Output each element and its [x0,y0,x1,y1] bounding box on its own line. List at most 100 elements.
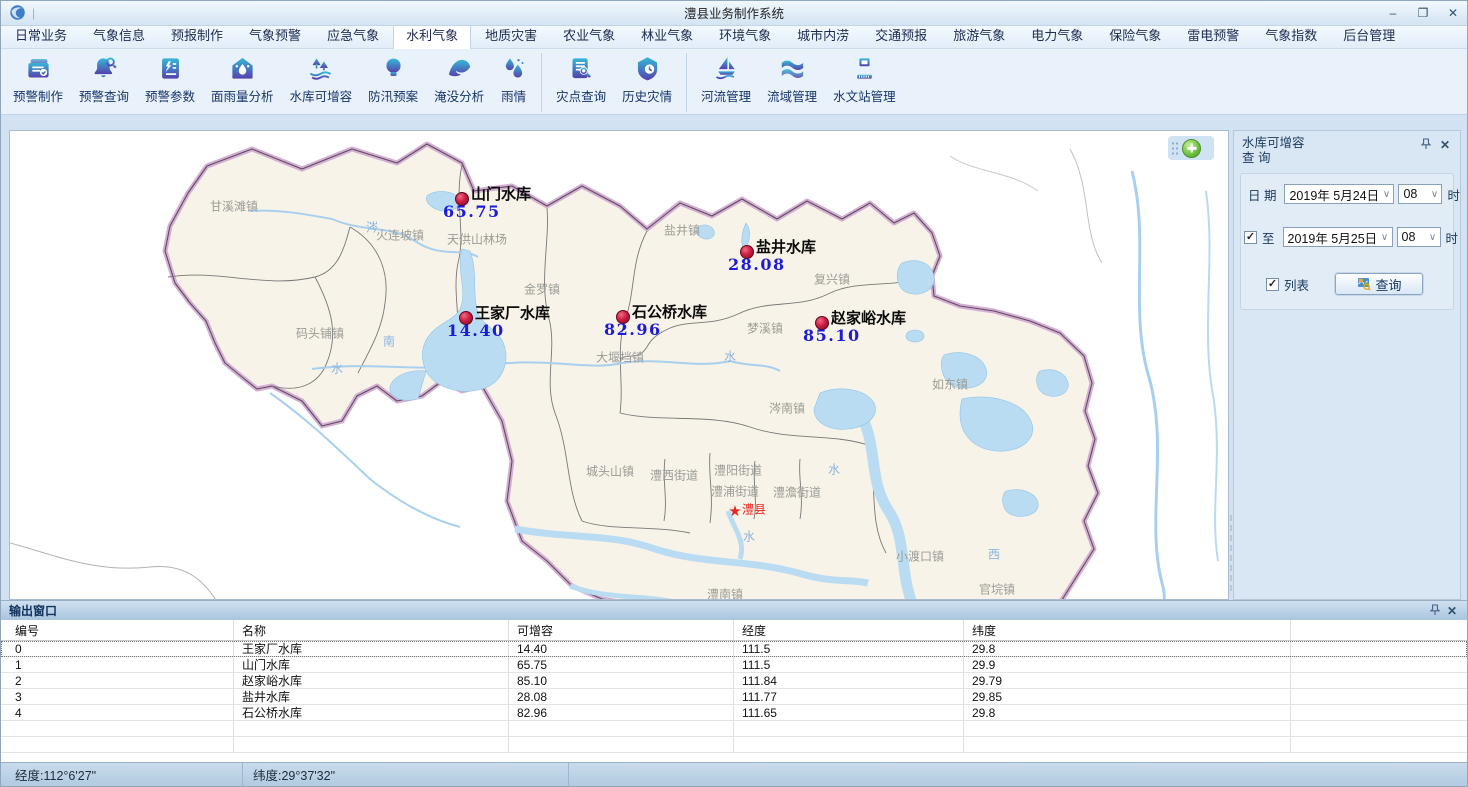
town-label: 澧西街道 [650,467,698,484]
toolbar-button-flood-plan[interactable]: 防汛预案 [360,51,426,115]
cell-empty [234,721,509,736]
toolbar-button-disaster-point-query[interactable]: 灾点查询 [548,51,614,115]
toolbar-button-hydrostation-manage[interactable]: 水文站管理 [825,51,904,115]
toolbar-label: 雨情 [501,86,526,105]
toolbar-button-river-manage[interactable]: 河流管理 [693,51,759,115]
toolbar-button-warning-params[interactable]: 预警参数 [137,51,203,115]
cell: 14.40 [509,641,734,656]
county-label: 澧县 [742,501,766,518]
start-hour-select[interactable]: 08∨ [1398,184,1442,204]
rain-status-icon [500,55,527,82]
title-bar: | 澧县业务制作系统 – ❐ ✕ [1,1,1467,26]
map-overlays: 甘溪滩镇火连坡镇天供山林场金罗镇盐井镇复兴镇码头铺镇梦溪镇大堰垱镇如东镇涔南镇城… [10,131,1228,599]
start-date-select[interactable]: 2019年 5月24日∨ [1284,184,1394,204]
reservoir-value: 85.10 [803,326,861,345]
cell: 29.85 [964,689,1291,704]
river-label: 涔 [366,219,378,236]
zoom-in-button[interactable] [1182,139,1201,158]
column-header-4[interactable]: 纬度 [964,620,1291,640]
cell: 111.77 [734,689,964,704]
river-label: 水 [743,528,755,545]
column-header-3[interactable]: 经度 [734,620,964,640]
area-rain-analysis-icon [229,55,256,82]
query-button-icon [1357,277,1371,291]
table-row[interactable]: 0王家厂水库14.40111.529.8 [1,641,1467,657]
cell-empty [509,721,734,736]
table-row[interactable]: 4石公桥水库82.96111.6529.8 [1,705,1467,721]
column-header-2[interactable]: 可增容 [509,620,734,640]
reservoir-value: 28.08 [728,255,786,274]
drag-handle-icon[interactable] [1171,141,1179,155]
main-area: 甘溪滩镇火连坡镇天供山林场金罗镇盐井镇复兴镇码头铺镇梦溪镇大堰垱镇如东镇涔南镇城… [1,130,1467,600]
toolbar-separator [686,53,687,113]
cell: 2 [1,673,234,688]
to-checkbox[interactable]: ✓ [1244,231,1257,244]
toolbar-label: 预警制作 [13,86,63,105]
chevron-down-icon: ∨ [1426,232,1440,243]
table-row[interactable]: 3盐井水库28.08111.7729.85 [1,689,1467,705]
column-header-filler [1291,620,1467,640]
town-label: 澧南镇 [707,586,743,601]
status-longitude: 经度:112°6'27" [1,763,243,786]
cell-empty [964,737,1291,752]
toolbar-button-history-disaster[interactable]: 历史灾情 [614,51,680,115]
cell-empty [734,737,964,752]
cell: 111.5 [734,657,964,672]
window-title: 澧县业务制作系统 [1,3,1467,22]
town-label: 小渡口镇 [896,548,944,565]
river-label: 水 [724,348,736,365]
town-label: 盐井镇 [664,222,700,239]
toolbar-label: 预警参数 [145,86,195,105]
toolbar-button-rain-status[interactable]: 雨情 [492,51,535,115]
end-date-select[interactable]: 2019年 5月25日∨ [1283,227,1393,247]
town-label: 金罗镇 [524,281,560,298]
cell: 29.8 [964,705,1291,720]
status-latitude: 纬度:29°37'32" [243,763,569,786]
cell: 85.10 [509,673,734,688]
query-button[interactable]: 查询 [1335,273,1423,295]
column-header-0[interactable]: 编号 [1,620,234,640]
toolbar-label: 防汛预案 [368,86,418,105]
cell-filler [1291,721,1467,736]
panel-close-icon[interactable]: ✕ [1440,138,1450,152]
list-checkbox[interactable]: ✓ [1266,278,1279,291]
cell: 111.84 [734,673,964,688]
output-close-icon[interactable]: ✕ [1447,604,1457,618]
menu-bar: 日常业务气象信息预报制作气象预警应急气象水利气象地质灾害农业气象林业气象环境气象… [1,26,1467,49]
reservoir-value: 14.40 [447,321,505,340]
pin-icon[interactable] [1420,138,1432,150]
hour-label: 时 [1447,185,1460,204]
minimize-button[interactable]: – [1385,6,1401,20]
toolbar-button-warning-query[interactable]: 预警查询 [71,51,137,115]
river-label: 水 [828,461,840,478]
column-header-1[interactable]: 名称 [234,620,509,640]
toolbar-button-submerge-analysis[interactable]: 淹没分析 [426,51,492,115]
cell-filler [1291,689,1467,704]
close-button[interactable]: ✕ [1445,6,1461,20]
town-label: 梦溪镇 [747,320,783,337]
table-row[interactable]: 1山门水库65.75111.529.9 [1,657,1467,673]
map-panel[interactable]: 甘溪滩镇火连坡镇天供山林场金罗镇盐井镇复兴镇码头铺镇梦溪镇大堰垱镇如东镇涔南镇城… [9,130,1229,600]
table-row[interactable]: 2赵家峪水库85.10111.8429.79 [1,673,1467,689]
county-star-icon: ★ [728,502,741,520]
town-label: 甘溪滩镇 [210,198,258,215]
toolbar-button-warning-make[interactable]: 预警制作 [5,51,71,115]
history-disaster-icon [634,55,661,82]
pin-icon[interactable] [1429,604,1441,616]
cell: 王家厂水库 [234,641,509,656]
toolbar-button-basin-manage[interactable]: 流域管理 [759,51,825,115]
toolbar-button-reservoir-capacity[interactable]: 水库可增容 [282,51,361,115]
end-hour-select[interactable]: 08∨ [1397,227,1441,247]
cell: 82.96 [509,705,734,720]
toolbar-label: 流域管理 [767,86,817,105]
maximize-button[interactable]: ❐ [1415,6,1431,20]
cell: 山门水库 [234,657,509,672]
output-table-header: 编号名称可增容经度纬度 [1,620,1467,641]
output-header: 输出窗口 ✕ [1,601,1467,620]
town-label: 码头铺镇 [296,325,344,342]
toolbar-label: 水库可增容 [290,86,353,105]
toolbar-button-area-rain-analysis[interactable]: 面雨量分析 [203,51,282,115]
town-label: 城头山镇 [586,463,634,480]
cell: 3 [1,689,234,704]
warning-query-icon [91,55,118,82]
